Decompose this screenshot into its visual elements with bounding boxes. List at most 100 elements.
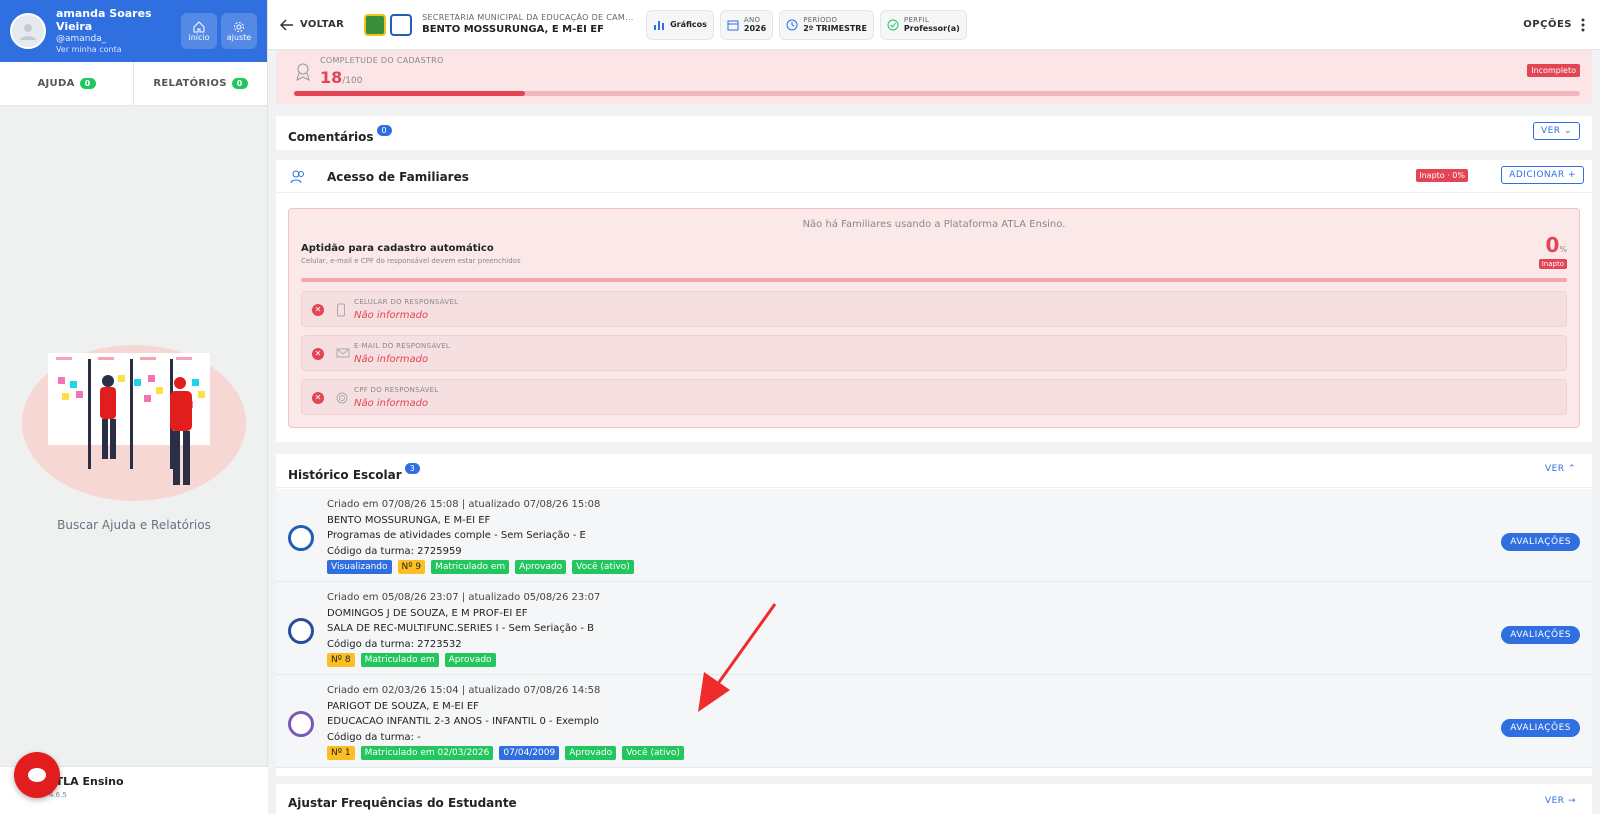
user-card[interactable]: amanda Soares Vieira @amanda_ Ver minha … [0,0,267,62]
error-x-icon: ✕ [312,348,324,360]
phone-icon [337,303,345,317]
year-selector[interactable]: ANO 2026 [719,9,774,40]
status-tag: Matriculado em 02/03/2026 [360,746,494,760]
family-access-card: Acesso de Familiares Inapto · 0% ADICION… [276,160,1592,442]
status-tag: Matriculado em [431,560,510,574]
history-ver-label: VER [1544,464,1565,474]
aptitude-percent-value: 0 [1545,233,1560,257]
frequency-ver-button[interactable]: VER → [1545,796,1576,806]
frequency-card: Ajustar Frequências do Estudante VER → [276,784,1592,814]
main-content: COMPLETUDE DO CADASTRO 18/100 Incompleto… [268,50,1600,814]
user-avatar-icon [20,24,36,40]
status-tag: Nº 9 [397,560,426,574]
history-meta: Criado em 07/08/26 15:08 | atualizado 07… [327,499,601,510]
requirement-phone-label: CELULAR DO RESPONSÁVEL [354,298,459,306]
frequency-ver-label: VER [1544,796,1565,806]
graficos-label: Gráficos [670,19,707,29]
profile-selector[interactable]: PERFIL Professor(a) [879,9,967,40]
account-link[interactable]: Ver minha conta [56,45,177,55]
history-class-code: Código da turma: 2725959 [327,545,462,557]
history-tags: Visualizando Nº 9 Matriculado em Aprovado Vo… [327,560,634,574]
history-count-badge: 3 [404,463,420,474]
school-history-title-text: Histórico Escolar [288,468,402,482]
no-family-message: Não há Familiares usando a Plataforma AT… [802,219,1066,230]
user-info: amanda Soares Vieira @amanda_ Ver minha … [56,7,177,56]
users-icon [290,170,304,184]
gear-icon [234,21,244,32]
arrow-right-icon: → [1567,796,1576,806]
school-logo [288,618,314,644]
period-label: PERÍODO [803,15,838,24]
avatar[interactable] [10,13,46,49]
history-school: BENTO MOSSURUNGA, E M-EI EF [327,514,491,526]
clock-icon [786,19,798,30]
add-family-button[interactable]: ADICIONAR + [1501,166,1584,184]
family-aptitude-box: Não há Familiares usando a Plataforma AT… [288,208,1580,428]
user-handle: @amanda_ [56,34,107,45]
home-label: início [188,32,210,42]
requirement-phone: ✕ CELULAR DO RESPONSÁVEL Não informado [301,291,1567,327]
history-tags: Nº 1 Matriculado em 02/03/2026 07/04/2009 A… [327,746,684,760]
bar-chart-icon [654,20,665,30]
aptitude-progress-bar [301,278,1567,282]
comments-title-text: Comentários [288,130,374,144]
school-logo [390,13,413,36]
tab-ajuda[interactable]: AJUDA 0 [0,62,133,105]
back-label: VOLTAR [300,19,345,30]
comments-ver-button[interactable]: VER ⌄ [1532,122,1580,140]
requirement-email-value: Não informado [354,354,429,365]
requirement-cpf: ✕ CPF DO RESPONSÁVEL Não informado [301,379,1567,415]
aptitude-percent-unit: % [1559,245,1567,254]
completeness-progress-bar [294,91,1580,96]
error-x-icon: ✕ [312,392,324,404]
history-program: Programas de atividades comple - Sem Ser… [327,530,586,541]
add-family-label: ADICIONAR [1509,170,1565,180]
chat-bubble-icon [28,768,46,782]
ajuda-count-badge: 0 [79,78,96,89]
status-tag: Visualizando [327,560,392,574]
calendar-icon [727,20,739,30]
check-circle-icon [887,19,899,30]
comments-card: Comentários 0 VER ⌄ [276,116,1592,150]
family-access-title: Acesso de Familiares [327,170,469,184]
history-row-text: Criado em 02/03/26 15:04 | atualizado 07… [327,683,684,760]
completeness-label: COMPLETUDE DO CADASTRO [320,56,444,65]
aptitude-title: Aptidão para cadastro automático [301,243,494,254]
more-vertical-icon [1581,18,1585,31]
tab-ajuda-label: AJUDA [37,78,75,89]
school-history-title: Histórico Escolar 3 [288,463,420,483]
help-illustration [22,345,246,501]
graficos-button[interactable]: Gráficos [646,9,714,40]
status-tag: Aprovado [515,560,567,574]
evaluations-button[interactable]: AVALIAÇÕES [1501,626,1580,644]
requirement-cpf-label: CPF DO RESPONSÁVEL [354,386,439,394]
help-tabs: AJUDA 0 RELATÓRIOS 0 [0,62,267,106]
school-logo [288,711,314,737]
options-menu-button[interactable]: OPÇÕES [1523,18,1588,32]
school-logo [288,525,314,551]
year-label: ANO [743,15,761,24]
evaluations-button[interactable]: AVALIAÇÕES [1501,533,1580,551]
tab-relatorios[interactable]: RELATÓRIOS 0 [133,62,267,105]
back-button[interactable]: VOLTAR [280,18,345,31]
frequency-title: Ajustar Frequências do Estudante [288,796,517,810]
home-button[interactable]: início [181,13,217,49]
history-meta: Criado em 05/08/26 23:07 | atualizado 05… [327,592,601,603]
settings-button[interactable]: ajuste [221,13,257,49]
aptitude-subtitle: Celular, e-mail e CPF do responsável dev… [301,257,521,265]
chat-fab-button[interactable] [14,752,60,798]
tab-relatorios-label: RELATÓRIOS [153,78,227,89]
profile-label: PERFIL [903,15,930,24]
history-meta: Criado em 02/03/26 15:04 | atualizado 07… [327,685,601,696]
history-school: DOMINGOS J DE SOUZA, E M PROF-EI EF [327,607,528,619]
period-selector[interactable]: PERÍODO 2º TRIMESTRE [779,9,874,40]
home-icon [193,20,205,32]
history-row: Criado em 05/08/26 23:07 | atualizado 05… [276,582,1592,675]
history-row-text: Criado em 07/08/26 15:08 | atualizado 07… [327,497,634,574]
history-ver-button[interactable]: VER ⌃ [1545,464,1576,474]
aptitude-status-badge: Inapto [1538,259,1567,269]
history-row: Criado em 07/08/26 15:08 | atualizado 07… [276,489,1592,582]
evaluations-button[interactable]: AVALIAÇÕES [1501,719,1580,737]
requirement-cpf-value: Não informado [354,398,429,409]
school-name: BENTO MOSSURUNGA, E M-EI EF [422,24,604,36]
